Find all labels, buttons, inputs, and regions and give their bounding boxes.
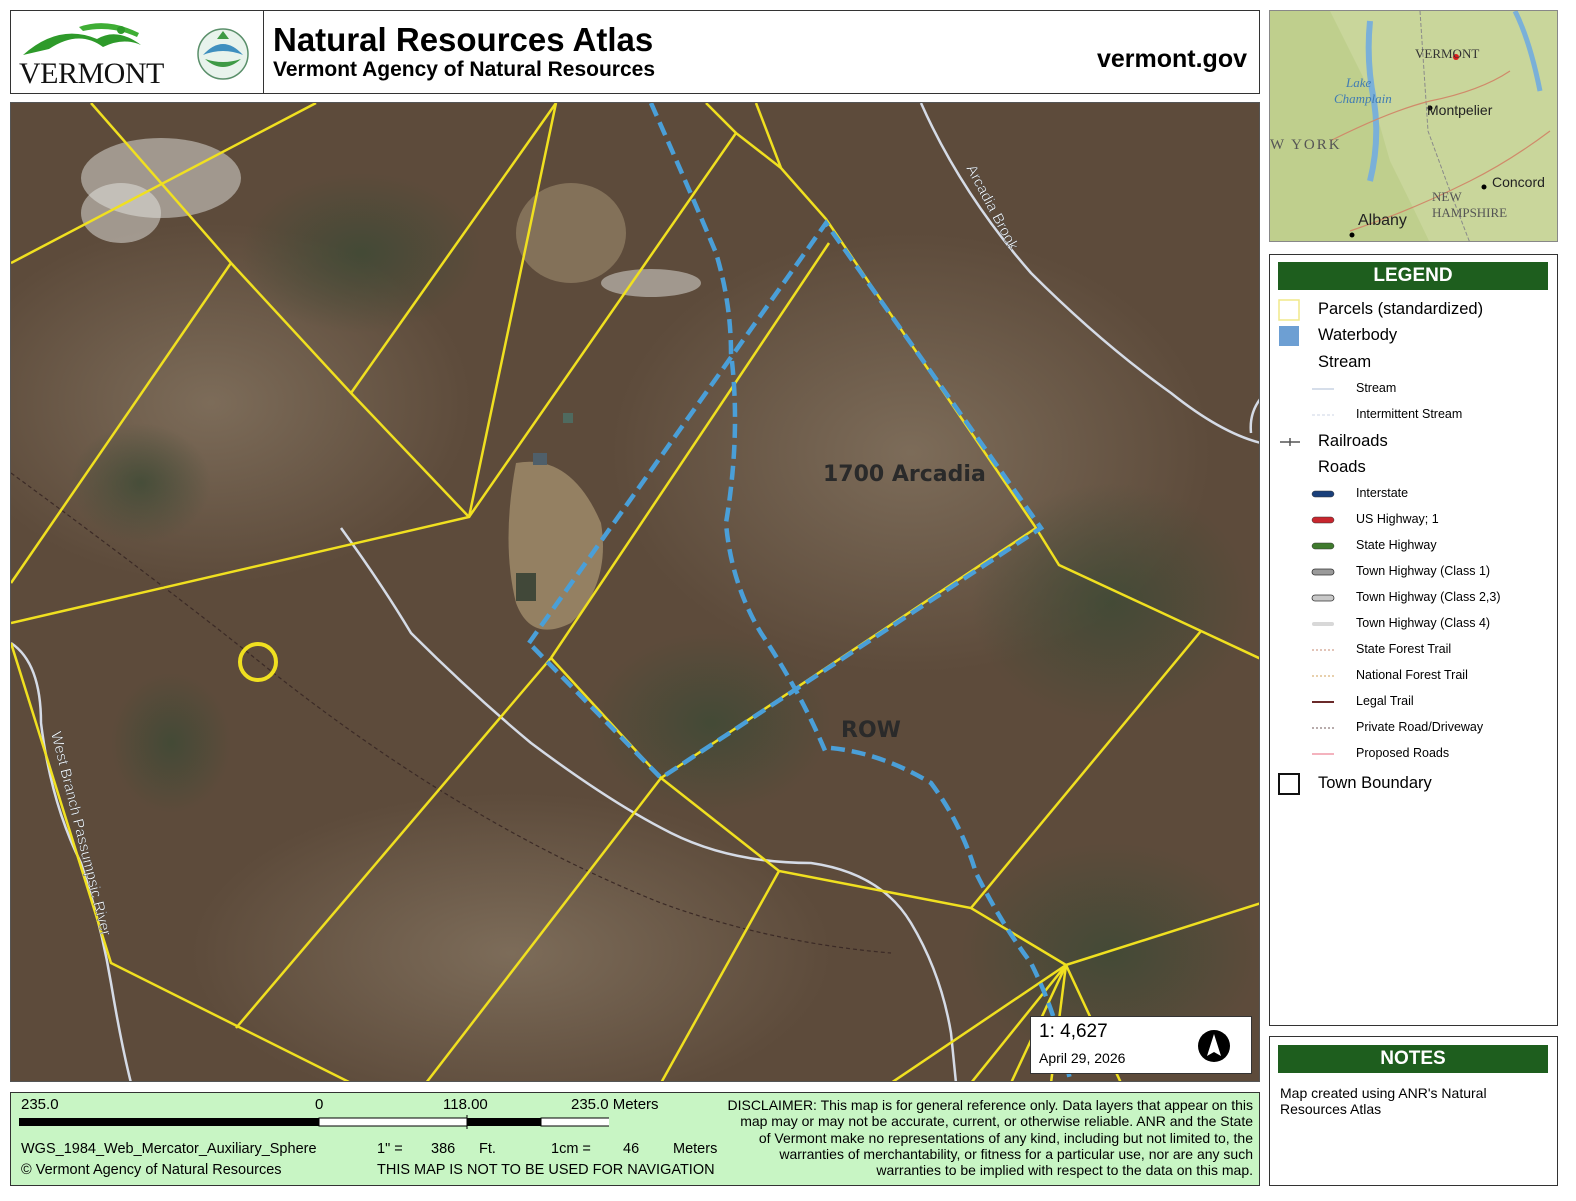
legend-item: Proposed Roads	[1270, 743, 1556, 765]
legend-item: Town Highway (Class 4)	[1270, 613, 1556, 635]
legend-swatch-ushwy-icon	[1311, 516, 1335, 524]
legend-item: Railroads	[1270, 431, 1556, 453]
inch-unit: Ft.	[479, 1141, 496, 1157]
legend-item: Town Highway (Class 1)	[1270, 561, 1556, 583]
row-label: ROW	[841, 718, 901, 743]
site-link[interactable]: vermont.gov	[1097, 45, 1247, 74]
map-header: VERMONT Natural Resources Atlas Vermont …	[10, 10, 1260, 94]
legend-item-label: Interstate	[1356, 486, 1409, 500]
scalebar-zero-label: 0	[315, 1096, 324, 1113]
map-canvas[interactable]: 1700 Arcadia ROW Arcadia Brook West Bran…	[11, 103, 1260, 1082]
overview-canvas: VERMONT Lake Champlain Montpelier W YORK …	[1270, 11, 1557, 241]
legend-swatch-nftrail-icon	[1312, 675, 1334, 677]
legend-item: National Forest Trail	[1270, 665, 1556, 687]
map-view[interactable]: 1700 Arcadia ROW Arcadia Brook West Bran…	[10, 102, 1260, 1082]
legend-item: Town Boundary	[1270, 773, 1556, 795]
notes-title: NOTES	[1278, 1045, 1548, 1073]
anr-seal-icon	[197, 28, 249, 80]
legend-item: Private Road/Driveway	[1270, 717, 1556, 739]
inset-label-vermont: VERMONT	[1415, 46, 1479, 61]
atlas-subtitle: Vermont Agency of Natural Resources	[273, 58, 655, 81]
legend-item-label: State Highway	[1356, 538, 1437, 552]
legend-item-label: US Highway; 1	[1356, 512, 1439, 526]
legend-item: Stream	[1270, 352, 1556, 374]
disclaimer-text: DISCLAIMER: This map is for general refe…	[727, 1097, 1253, 1179]
legend-swatch-stream-icon	[1312, 388, 1334, 390]
legend-item: State Highway	[1270, 535, 1556, 557]
legend-item-label: Stream	[1318, 353, 1372, 371]
legend-swatch-legaltrail-icon	[1312, 701, 1334, 703]
atlas-title: Natural Resources Atlas	[273, 21, 654, 58]
projection-text: WGS_1984_Web_Mercator_Auxiliary_Sphere	[21, 1141, 317, 1157]
map-footer: 235.0 0 118.00 235.0 Meters WGS_1984_Web…	[10, 1092, 1260, 1186]
inset-label-albany: Albany	[1358, 212, 1407, 229]
overview-map[interactable]: VERMONT Lake Champlain Montpelier W YORK …	[1269, 10, 1558, 242]
legend-swatch-proposed-icon	[1312, 753, 1334, 755]
legend-swatch-class23-icon	[1311, 594, 1335, 602]
legend-swatch-sftrail-icon	[1312, 649, 1334, 651]
legend-item-label: Legal Trail	[1356, 694, 1414, 708]
legend-title: LEGEND	[1278, 262, 1548, 290]
inset-label-montpelier: Montpelier	[1427, 102, 1493, 118]
legend-item-label: Intermittent Stream	[1356, 407, 1463, 421]
scale-ratio: 1: 4,627	[1039, 1021, 1108, 1042]
legend-item-label: State Forest Trail	[1356, 642, 1452, 656]
north-arrow-icon	[1198, 1030, 1230, 1062]
legend-swatch-private-icon	[1312, 727, 1334, 729]
legend-item: Interstate	[1270, 483, 1556, 505]
legend-item-label: Town Highway (Class 4)	[1356, 616, 1491, 630]
cm-unit: Meters	[673, 1141, 718, 1157]
legend-item-label: Waterbody	[1318, 326, 1398, 344]
legend-item: Stream	[1270, 378, 1556, 400]
legend-item: State Forest Trail	[1270, 639, 1556, 661]
legend-swatch-interstate-icon	[1311, 490, 1335, 498]
inch-value: 386	[431, 1141, 456, 1157]
vermont-wordmark: VERMONT	[19, 57, 164, 90]
legend-item: Town Highway (Class 2,3)	[1270, 587, 1556, 609]
legend-item-label: Private Road/Driveway	[1356, 720, 1484, 734]
copyright-text: © Vermont Agency of Natural Resources	[21, 1162, 282, 1178]
legend-item-label: Town Highway (Class 2,3)	[1356, 590, 1501, 604]
scalebar-left-label: 235.0	[21, 1096, 59, 1113]
cm-label: 1cm =	[551, 1141, 591, 1157]
parcel-label: 1700 Arcadia	[823, 462, 986, 487]
legend-item-label: Town Boundary	[1318, 774, 1432, 792]
legend-item: US Highway; 1	[1270, 509, 1556, 531]
legend-item: Parcels (standardized)	[1270, 299, 1556, 321]
map-date: April 29, 2026	[1039, 1050, 1126, 1066]
legend-item-label: National Forest Trail	[1356, 668, 1468, 682]
notes-text: Map created using ANR's Natural Resource…	[1280, 1085, 1487, 1117]
scalebar-mid-label: 118.00	[443, 1096, 488, 1113]
legend-item-label: Proposed Roads	[1356, 746, 1450, 760]
legend-item: Waterbody	[1270, 325, 1556, 347]
legend-item: Intermittent Stream	[1270, 404, 1556, 426]
logo-area: VERMONT	[11, 11, 264, 93]
legend-item-label: Parcels (standardized)	[1318, 300, 1484, 318]
legend-swatch-class4-icon	[1312, 622, 1334, 626]
scale-bar	[19, 1115, 609, 1129]
legend-swatch-intermittent-icon	[1312, 414, 1334, 416]
legend-swatch-statehwy-icon	[1311, 542, 1335, 550]
notes-panel: NOTES Map created using ANR's Natural Re…	[1269, 1036, 1558, 1186]
legend-item-label: Railroads	[1318, 432, 1388, 450]
legend-item-label: Town Highway (Class 1)	[1356, 564, 1491, 578]
scalebar-right-label: 235.0 Meters	[571, 1096, 659, 1113]
legend-item: Roads	[1270, 457, 1556, 479]
legend-item-label: Stream	[1356, 381, 1397, 395]
cm-value: 46	[623, 1141, 640, 1157]
legend-swatch-class1-icon	[1311, 568, 1335, 576]
inset-label-concord: Concord	[1492, 174, 1545, 190]
legend-item-label: Roads	[1318, 458, 1366, 476]
legend-panel: LEGEND Parcels (standardized) Waterbody St…	[1269, 254, 1558, 1026]
navigation-warning: THIS MAP IS NOT TO BE USED FOR NAVIGATIO…	[377, 1162, 715, 1178]
scale-box: 1: 4,627 April 29, 2026	[1030, 1016, 1252, 1074]
inset-label-newyork: W YORK	[1270, 137, 1342, 153]
inch-label: 1" =	[377, 1141, 403, 1157]
legend-item: Legal Trail	[1270, 691, 1556, 713]
